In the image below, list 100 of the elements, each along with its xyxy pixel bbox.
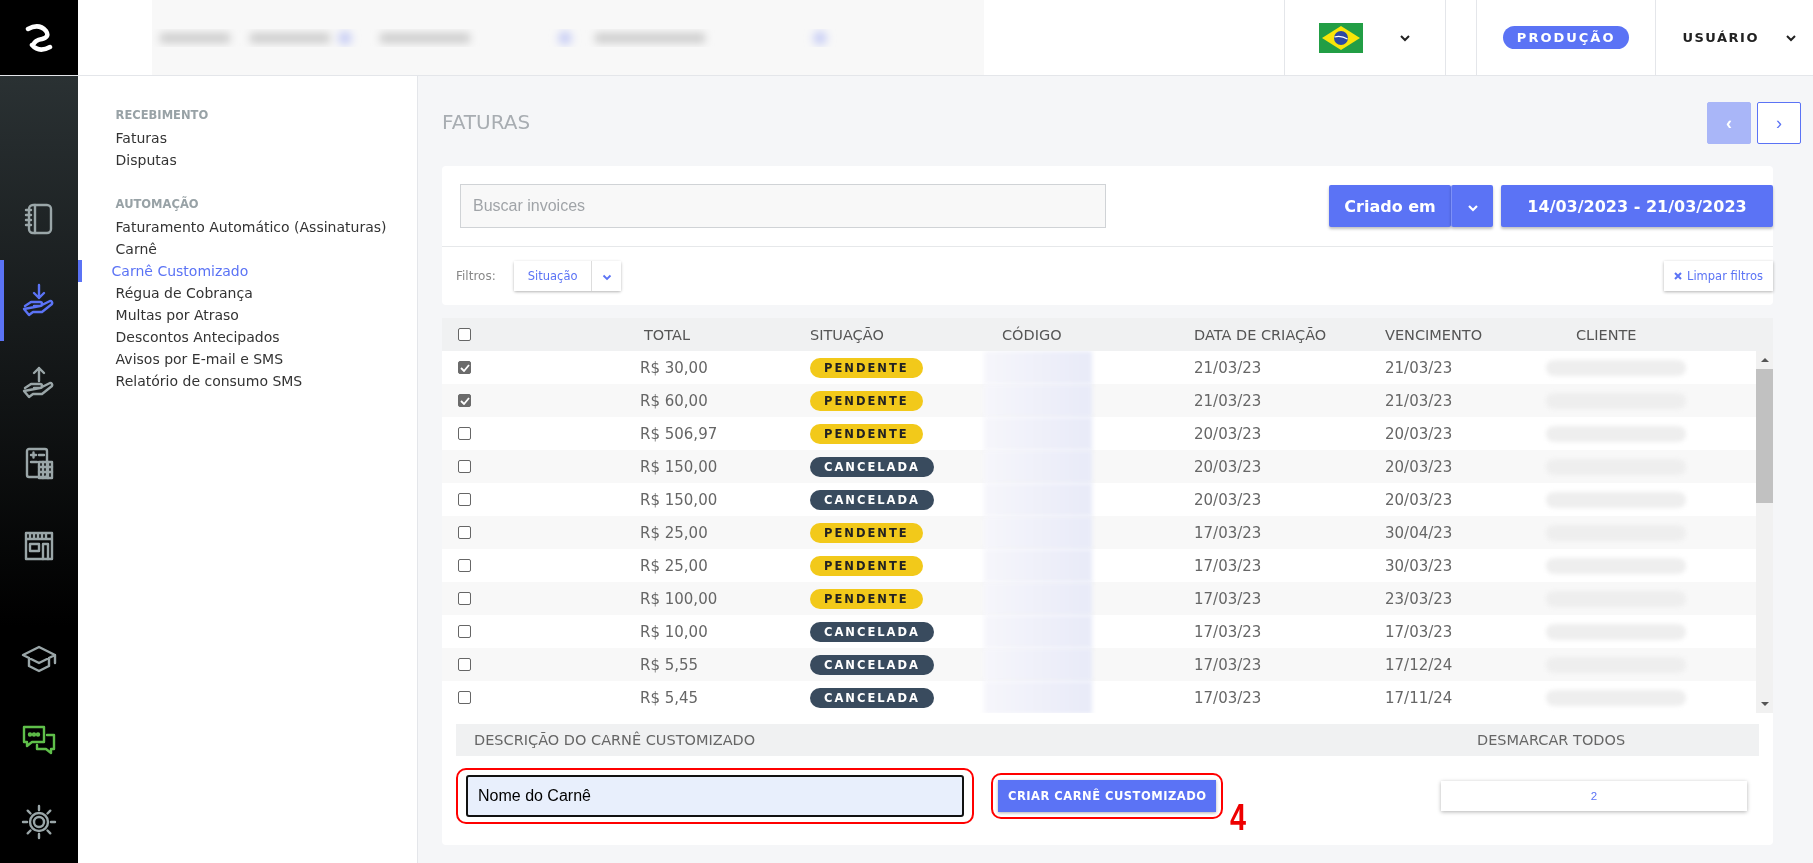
table-cell: R$ 506,97 bbox=[640, 424, 718, 443]
table-cell: 20/03/23 bbox=[1194, 424, 1262, 443]
sort-button[interactable]: Criado em bbox=[1329, 185, 1451, 227]
table-cell: 21/03/23 bbox=[1385, 358, 1453, 377]
table-cell: R$ 10,00 bbox=[640, 622, 708, 641]
table-cell: R$ 25,00 bbox=[640, 556, 708, 575]
table-cell: 17/03/23 bbox=[1385, 622, 1453, 641]
deselect-all-button[interactable]: 2 bbox=[1441, 781, 1747, 811]
table-cell: R$ 5,55 bbox=[640, 655, 699, 674]
create-carne-button[interactable]: CRIAR CARNÊ CUSTOMIZADO bbox=[998, 780, 1217, 812]
row-checkbox[interactable] bbox=[458, 559, 471, 572]
table-cell: R$ 100,00 bbox=[640, 589, 718, 608]
close-icon[interactable] bbox=[1674, 272, 1682, 280]
chevron-down-icon[interactable] bbox=[1398, 33, 1411, 42]
table-cell: 21/03/23 bbox=[1385, 391, 1453, 410]
column-header: VENCIMENTO bbox=[1385, 326, 1483, 343]
table-cell: 20/03/23 bbox=[1194, 490, 1262, 509]
table-cell: 17/03/23 bbox=[1194, 622, 1262, 641]
row-checkbox[interactable] bbox=[458, 658, 471, 671]
check-icon bbox=[459, 363, 470, 372]
row-checkbox[interactable] bbox=[458, 361, 471, 374]
table-cell: R$ 30,00 bbox=[640, 358, 708, 377]
user-menu[interactable]: USUÁRIO bbox=[1682, 30, 1759, 45]
clear-filters-button[interactable]: Limpar filtros bbox=[1664, 261, 1773, 291]
table-cell: 17/12/24 bbox=[1385, 655, 1453, 674]
status-badge: CANCELADA bbox=[810, 654, 934, 675]
menu-link[interactable]: Multas por Atraso bbox=[111, 304, 239, 326]
status-badge: CANCELADA bbox=[810, 621, 934, 642]
table-cell: 17/03/23 bbox=[1194, 655, 1262, 674]
page-title: FATURAS bbox=[442, 110, 531, 134]
table-cell: 20/03/23 bbox=[1385, 457, 1453, 476]
section-header: DESCRIÇÃO DO CARNÊ CUSTOMIZADO bbox=[474, 732, 757, 748]
column-header: DATA DE CRIAÇÃO bbox=[1194, 326, 1327, 343]
menu-link[interactable]: Avisos por E-mail e SMS bbox=[111, 348, 284, 370]
flag-icon[interactable] bbox=[1318, 22, 1363, 53]
table-cell: 20/03/23 bbox=[1385, 490, 1453, 509]
column-header: CLIENTE bbox=[1576, 326, 1637, 343]
search-field[interactable]: Buscar invoices bbox=[460, 184, 1106, 228]
section-title: RECEBIMENTO bbox=[115, 108, 209, 122]
section-header: DESMARCAR TODOS bbox=[1477, 732, 1626, 748]
row-checkbox[interactable] bbox=[458, 526, 471, 539]
table-cell: 21/03/23 bbox=[1194, 358, 1262, 377]
row-checkbox[interactable] bbox=[458, 427, 471, 440]
column-header: CÓDIGO bbox=[1002, 326, 1062, 343]
table-cell: 17/03/23 bbox=[1194, 688, 1262, 707]
table-cell: R$ 150,00 bbox=[640, 490, 718, 509]
environment-badge: PRODUÇÃO bbox=[1502, 26, 1630, 49]
table-cell: 30/04/23 bbox=[1385, 523, 1453, 542]
status-badge: PENDENTE bbox=[810, 555, 923, 576]
row-checkbox[interactable] bbox=[458, 493, 471, 506]
name-input-field[interactable]: Nome do Carnê bbox=[466, 775, 964, 817]
menu-link[interactable]: Carnê bbox=[111, 238, 157, 260]
table-cell: R$ 60,00 bbox=[640, 391, 708, 410]
select-all-checkbox[interactable] bbox=[458, 328, 471, 341]
status-filter-dropdown[interactable] bbox=[591, 261, 622, 291]
scroll-up-icon[interactable] bbox=[1759, 357, 1770, 363]
table-cell: 17/11/24 bbox=[1385, 688, 1453, 707]
filters-label: Filtros: bbox=[456, 269, 496, 283]
check-icon bbox=[459, 396, 470, 405]
table-cell: 21/03/23 bbox=[1194, 391, 1262, 410]
row-checkbox[interactable] bbox=[458, 625, 471, 638]
table-cell: 17/03/23 bbox=[1194, 556, 1262, 575]
status-filter-button[interactable]: Situação bbox=[513, 261, 592, 291]
menu-link[interactable]: Faturamento Automático (Assinaturas) bbox=[111, 216, 387, 238]
scroll-down-icon[interactable] bbox=[1759, 701, 1770, 707]
row-checkbox[interactable] bbox=[458, 691, 471, 704]
row-checkbox[interactable] bbox=[458, 394, 471, 407]
table-cell: 23/03/23 bbox=[1385, 589, 1453, 608]
status-badge: PENDENTE bbox=[810, 588, 923, 609]
table-cell: R$ 25,00 bbox=[640, 523, 708, 542]
chevron-down-icon[interactable] bbox=[1785, 33, 1797, 42]
status-badge: CANCELADA bbox=[810, 456, 934, 477]
menu-link[interactable]: Disputas bbox=[111, 149, 177, 171]
status-badge: PENDENTE bbox=[810, 357, 923, 378]
table-cell: 20/03/23 bbox=[1194, 457, 1262, 476]
table-cell: R$ 150,00 bbox=[640, 457, 718, 476]
column-header: SITUAÇÃO bbox=[810, 326, 884, 343]
status-badge: PENDENTE bbox=[810, 423, 923, 444]
menu-link[interactable]: Régua de Cobrança bbox=[111, 282, 253, 304]
menu-link[interactable]: Carnê Customizado bbox=[77, 260, 249, 282]
table-cell: 17/03/23 bbox=[1194, 589, 1262, 608]
status-badge: CANCELADA bbox=[810, 687, 934, 708]
table-cell: 20/03/23 bbox=[1385, 424, 1453, 443]
menu-link[interactable]: Descontos Antecipados bbox=[111, 326, 280, 348]
section-title: AUTOMAÇÃO bbox=[115, 197, 199, 211]
scrollbar[interactable] bbox=[1756, 351, 1773, 713]
status-badge: CANCELADA bbox=[810, 489, 934, 510]
next-page-button[interactable]: › bbox=[1757, 102, 1801, 144]
table-cell: R$ 5,45 bbox=[640, 688, 699, 707]
table-cell: 17/03/23 bbox=[1194, 523, 1262, 542]
menu-link[interactable]: Faturas bbox=[111, 127, 167, 149]
logo-icon[interactable] bbox=[0, 0, 78, 75]
status-badge: PENDENTE bbox=[810, 522, 923, 543]
row-checkbox[interactable] bbox=[458, 592, 471, 605]
menu-link[interactable]: Relatório de consumo SMS bbox=[111, 370, 303, 392]
status-badge: PENDENTE bbox=[810, 390, 923, 411]
row-checkbox[interactable] bbox=[458, 460, 471, 473]
annotation-number: 4 bbox=[1230, 797, 1247, 839]
table-cell: 30/03/23 bbox=[1385, 556, 1453, 575]
date-range-button[interactable]: 14/03/2023 - 21/03/2023 bbox=[1501, 185, 1773, 227]
